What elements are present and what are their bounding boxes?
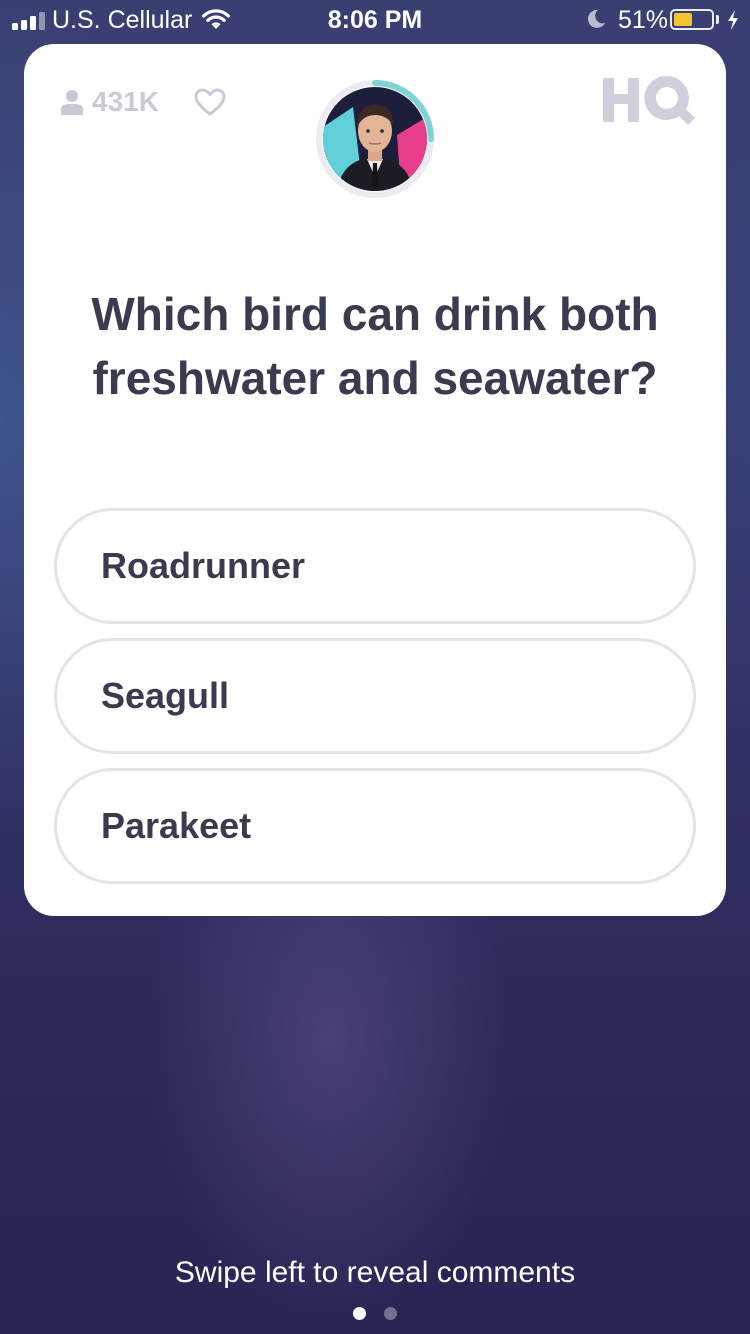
answer-label: Roadrunner — [101, 545, 306, 586]
answer-label: Parakeet — [101, 805, 252, 846]
battery-nub — [716, 15, 719, 24]
answer-option-roadrunner[interactable]: Roadrunner — [54, 508, 696, 624]
status-bar: U.S. Cellular 8:06 PM 51% — [0, 0, 750, 40]
moon-icon — [587, 9, 605, 28]
answer-option-parakeet[interactable]: Parakeet — [54, 768, 696, 884]
page-indicator[interactable] — [0, 1307, 750, 1320]
page-dot[interactable] — [353, 1307, 366, 1320]
page-dot[interactable] — [384, 1307, 397, 1320]
charging-bolt-icon — [728, 10, 738, 30]
question-text: Which bird can drink both freshwater and… — [91, 288, 659, 404]
battery-level-fill — [674, 13, 693, 26]
answer-label: Seagull — [101, 675, 230, 716]
swipe-hint-text: Swipe left to reveal comments — [174, 1256, 576, 1289]
host-avatar-timer — [314, 78, 436, 200]
host-avatar — [323, 87, 427, 191]
answer-option-seagull[interactable]: Seagull — [54, 638, 696, 754]
battery-icon — [670, 9, 714, 30]
viewer-count: 431K — [60, 84, 159, 120]
battery-percentage: 51% — [618, 6, 669, 34]
hq-logo — [603, 75, 695, 125]
heart-icon[interactable] — [194, 88, 226, 116]
question-card: 431K Which bird can drink both freshwate… — [24, 44, 726, 916]
viewer-count-value: 431K — [92, 86, 159, 117]
person-icon — [61, 90, 83, 115]
